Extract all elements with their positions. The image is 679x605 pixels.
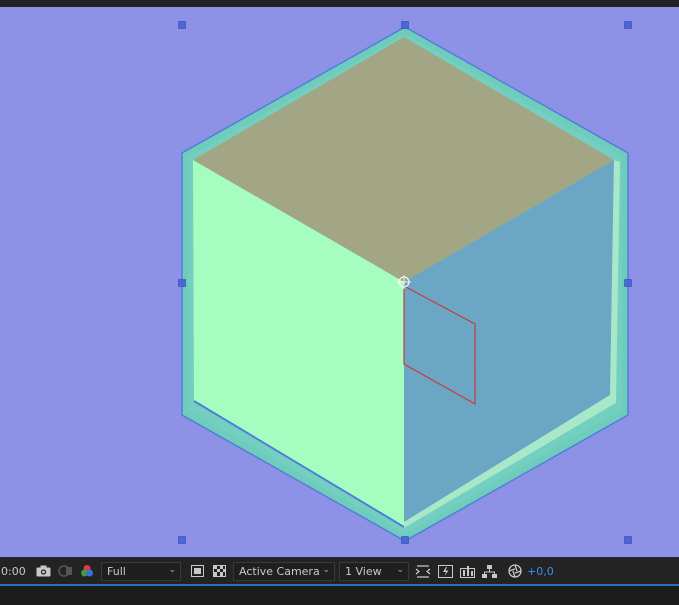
views-dropdown[interactable]: 1 View ⌄ <box>339 561 409 581</box>
chevron-down-icon: ⌄ <box>322 564 330 575</box>
handle-top-left[interactable] <box>178 21 186 29</box>
fast-previews-icon[interactable] <box>435 561 455 581</box>
viewer-top-strip <box>0 0 679 7</box>
handle-bottom-right[interactable] <box>624 536 632 544</box>
timecode-display[interactable]: 0:00 <box>0 565 26 578</box>
reset-exposure-icon[interactable] <box>505 561 525 581</box>
resolution-value: Full <box>107 564 126 578</box>
show-snapshot-icon[interactable] <box>55 561 75 581</box>
region-of-interest-icon[interactable] <box>187 561 207 581</box>
camera-icon[interactable] <box>33 561 53 581</box>
resolution-dropdown[interactable]: Full ⌄ <box>101 561 181 581</box>
toggle-pixel-aspect-icon[interactable] <box>413 561 433 581</box>
chevron-down-icon: ⌄ <box>168 564 176 575</box>
handle-top-right[interactable] <box>624 21 632 29</box>
color-channels-icon[interactable] <box>77 561 97 581</box>
exposure-value[interactable]: +0,0 <box>527 565 554 578</box>
transparency-grid-icon[interactable] <box>209 561 229 581</box>
camera-dropdown[interactable]: Active Camera ⌄ <box>233 561 335 581</box>
timeline-icon[interactable] <box>457 561 477 581</box>
views-value: 1 View <box>345 564 382 578</box>
chevron-down-icon: ⌄ <box>396 564 404 575</box>
handle-middle-left[interactable] <box>178 279 186 287</box>
handle-top-center[interactable] <box>401 21 409 29</box>
handle-middle-right[interactable] <box>624 279 632 287</box>
handle-bottom-left[interactable] <box>178 536 186 544</box>
camera-value: Active Camera <box>239 564 320 578</box>
composition-viewport[interactable] <box>0 7 679 557</box>
panel-bottom-strip <box>0 586 679 605</box>
viewer-toolbar: 0:00 Full ⌄ Active Camera ⌄ 1 View ⌄ +0, <box>0 557 679 584</box>
composition-canvas <box>178 21 632 544</box>
comp-flowchart-icon[interactable] <box>479 561 499 581</box>
handle-bottom-center[interactable] <box>401 536 409 544</box>
